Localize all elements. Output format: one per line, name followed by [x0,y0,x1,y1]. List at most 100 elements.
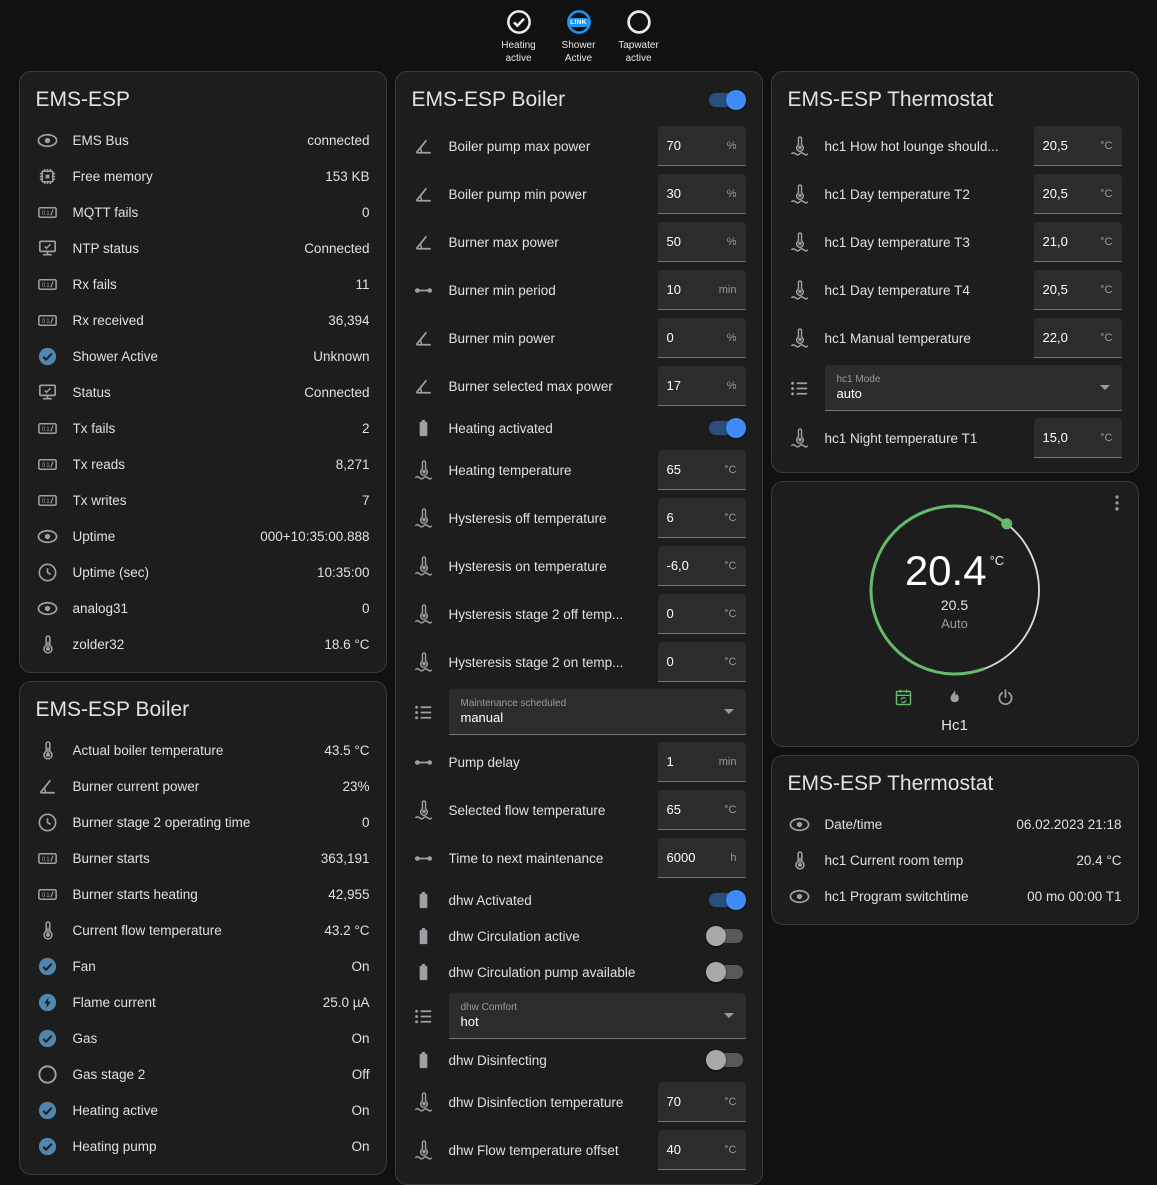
entity-row[interactable]: Actual boiler temperature43.5 °C [20,732,386,768]
entity-row[interactable]: GasOn [20,1020,386,1056]
entity-row[interactable]: Free memory153 KB [20,158,386,194]
entity-row[interactable]: zolder3218.6 °C [20,626,386,662]
list-icon [412,1005,435,1028]
entity-row[interactable]: hc1 Day temperature T220,5°C [772,170,1138,218]
entity-row[interactable]: 01Burner starts363,191 [20,840,386,876]
entity-row[interactable]: Time to next maintenance6000h [396,834,762,882]
number-input[interactable]: 22,0°C [1034,318,1122,358]
number-input[interactable]: 15,0°C [1034,418,1122,458]
entity-row[interactable]: Gas stage 2Off [20,1056,386,1092]
entity-row[interactable]: Pump delay1min [396,738,762,786]
number-input[interactable]: 65°C [658,450,746,490]
number-input[interactable]: 40°C [658,1130,746,1170]
number-input[interactable]: 70% [658,126,746,166]
entity-row[interactable]: Current flow temperature43.2 °C [20,912,386,948]
select-input[interactable]: dhw Comforthot [449,993,746,1039]
entity-row[interactable]: hc1 Current room temp20.4 °C [772,842,1138,878]
number-input[interactable]: 65°C [658,790,746,830]
entity-row[interactable]: Burner max power50% [396,218,762,266]
entity-row[interactable]: dhw Disinfecting [396,1042,762,1078]
entity-row[interactable]: Maintenance scheduledmanual [396,686,762,738]
entity-row[interactable]: Heating temperature65°C [396,446,762,494]
entity-row[interactable]: 01Tx reads8,271 [20,446,386,482]
entity-row[interactable]: dhw Circulation pump available [396,954,762,990]
entity-row[interactable]: 01Rx fails11 [20,266,386,302]
select-input[interactable]: hc1 Modeauto [825,365,1122,411]
entity-row[interactable]: 01Rx received36,394 [20,302,386,338]
entity-row[interactable]: dhw Flow temperature offset40°C [396,1126,762,1174]
entity-row[interactable]: analog310 [20,590,386,626]
glance-tapwater-active[interactable]: Tapwater active [614,7,664,71]
entity-row[interactable]: Hysteresis stage 2 on temp...0°C [396,638,762,686]
select-input[interactable]: Maintenance scheduledmanual [449,689,746,735]
entity-row[interactable]: Heating activeOn [20,1092,386,1128]
entity-row[interactable]: dhw Circulation active [396,918,762,954]
entity-row[interactable]: Burner stage 2 operating time0 [20,804,386,840]
number-input[interactable]: 6000h [658,838,746,878]
entity-row[interactable]: Uptime (sec)10:35:00 [20,554,386,590]
entity-row[interactable]: hc1 How hot lounge should...20,5°C [772,122,1138,170]
entity-row[interactable]: Heating pumpOn [20,1128,386,1164]
entity-row[interactable]: Heating activated [396,410,762,446]
number-input[interactable]: 30% [658,174,746,214]
number-input[interactable]: -6,0°C [658,546,746,586]
entity-row[interactable]: hc1 Night temperature T115,0°C [772,414,1138,462]
more-options-button[interactable] [1106,492,1128,514]
thermostat-dial[interactable]: 20.4°C 20.5 Auto [861,496,1049,684]
entity-row[interactable]: Hysteresis off temperature6°C [396,494,762,542]
entity-row[interactable]: hc1 Modeauto [772,362,1138,414]
entity-row[interactable]: Burner selected max power17% [396,362,762,410]
entity-row[interactable]: hc1 Day temperature T420,5°C [772,266,1138,314]
entity-row[interactable]: hc1 Program switchtime00 mo 00:00 T1 [772,878,1138,914]
toggle-switch[interactable] [706,418,746,438]
number-input[interactable]: 0°C [658,642,746,682]
number-input[interactable]: 6°C [658,498,746,538]
number-input[interactable]: 20,5°C [1034,126,1122,166]
number-input[interactable]: 0% [658,318,746,358]
mode-auto-button[interactable] [893,687,914,708]
entity-row[interactable]: hc1 Day temperature T321,0°C [772,218,1138,266]
number-input[interactable]: 50% [658,222,746,262]
entity-row[interactable]: Boiler pump max power70% [396,122,762,170]
entity-row[interactable]: dhw Comforthot [396,990,762,1042]
entity-row[interactable]: Hysteresis on temperature-6,0°C [396,542,762,590]
entity-row[interactable]: Burner min period10min [396,266,762,314]
card-toggle-switch[interactable] [706,90,746,110]
entity-row[interactable]: 01Tx fails2 [20,410,386,446]
entity-row[interactable]: Boiler pump min power30% [396,170,762,218]
entity-row[interactable]: Selected flow temperature65°C [396,786,762,834]
number-input[interactable]: 1min [658,742,746,782]
number-input[interactable]: 10min [658,270,746,310]
number-input[interactable]: 70°C [658,1082,746,1122]
entity-row[interactable]: 01Burner starts heating42,955 [20,876,386,912]
glance-heating-active[interactable]: Heating active [494,7,544,71]
entity-row[interactable]: Burner current power23% [20,768,386,804]
entity-row[interactable]: Flame current25.0 µA [20,984,386,1020]
entity-row[interactable]: EMS Busconnected [20,122,386,158]
toggle-switch[interactable] [706,1050,746,1070]
entity-row[interactable]: Shower ActiveUnknown [20,338,386,374]
number-input[interactable]: 0°C [658,594,746,634]
entity-row[interactable]: StatusConnected [20,374,386,410]
number-input[interactable]: 17% [658,366,746,406]
toggle-switch[interactable] [706,890,746,910]
entity-row[interactable]: Hysteresis stage 2 off temp...0°C [396,590,762,638]
entity-row[interactable]: NTP statusConnected [20,230,386,266]
entity-row[interactable]: Date/time06.02.2023 21:18 [772,806,1138,842]
entity-row[interactable]: Burner min power0% [396,314,762,362]
entity-row[interactable]: 01MQTT fails0 [20,194,386,230]
mode-heat-button[interactable] [944,687,965,708]
entity-row[interactable]: hc1 Manual temperature22,0°C [772,314,1138,362]
entity-row[interactable]: dhw Activated [396,882,762,918]
entity-row[interactable]: 01Tx writes7 [20,482,386,518]
entity-row[interactable]: Uptime000+10:35:00.888 [20,518,386,554]
entity-row[interactable]: dhw Disinfection temperature70°C [396,1078,762,1126]
number-input[interactable]: 21,0°C [1034,222,1122,262]
entity-row[interactable]: FanOn [20,948,386,984]
toggle-switch[interactable] [706,926,746,946]
glance-shower-active[interactable]: LINK Shower Active [554,7,604,71]
toggle-switch[interactable] [706,962,746,982]
number-input[interactable]: 20,5°C [1034,270,1122,310]
mode-off-button[interactable] [995,687,1016,708]
number-input[interactable]: 20,5°C [1034,174,1122,214]
